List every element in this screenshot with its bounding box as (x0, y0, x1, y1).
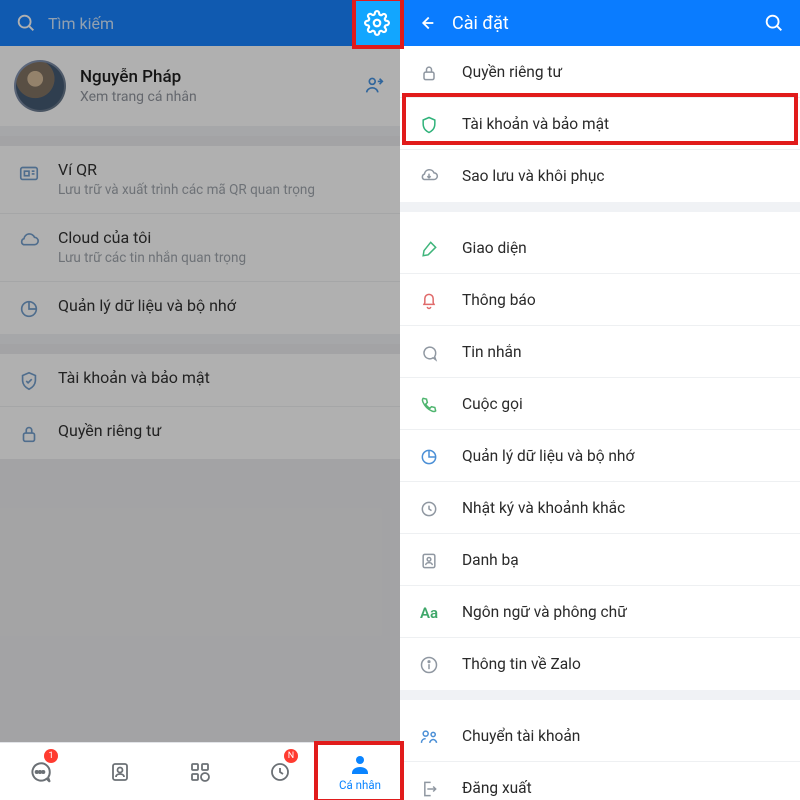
settings-logout[interactable]: Đăng xuất (400, 762, 800, 800)
row-title: Tin nhắn (462, 343, 786, 361)
brush-icon (414, 237, 444, 259)
right-header: Cài đặt (400, 0, 800, 46)
settings-data[interactable]: Quản lý dữ liệu và bộ nhớ (400, 430, 800, 482)
row-title: Danh bạ (462, 551, 786, 569)
switch-user-icon (414, 725, 444, 747)
info-icon (414, 653, 444, 675)
settings-backup[interactable]: Sao lưu và khôi phục (400, 150, 800, 202)
phone-icon (414, 393, 444, 415)
bell-icon (414, 289, 444, 311)
settings-security[interactable]: Tài khoản và bảo mật (400, 98, 800, 150)
settings-ui[interactable]: Giao diện (400, 222, 800, 274)
settings-switch[interactable]: Chuyển tài khoản (400, 710, 800, 762)
row-cloud[interactable]: Cloud của tôi Lưu trữ các tin nhắn quan … (0, 214, 400, 282)
logout-icon (414, 777, 444, 799)
clock-icon (414, 497, 444, 519)
profile-sub: Xem trang cá nhân (80, 89, 364, 105)
row-title: Thông báo (462, 291, 786, 309)
settings-notif[interactable]: Thông báo (400, 274, 800, 326)
piechart-icon (414, 445, 444, 467)
settings-lang[interactable]: Aa Ngôn ngữ và phông chữ (400, 586, 800, 638)
swap-user-icon[interactable] (364, 75, 386, 97)
settings-contacts[interactable]: Danh bạ (400, 534, 800, 586)
settings-screen: Cài đặt Quyền riêng tư Tài khoản và bảo … (400, 0, 800, 800)
row-title: Quản lý dữ liệu và bộ nhớ (58, 296, 386, 315)
profile-screen: Tìm kiếm Nguyễn Pháp Xem trang cá nhân V… (0, 0, 400, 800)
row-title: Cloud của tôi (58, 228, 386, 247)
row-title: Tài khoản và bảo mật (58, 368, 386, 387)
row-data[interactable]: Quản lý dữ liệu và bộ nhớ (0, 282, 400, 334)
nav-discover[interactable] (160, 743, 240, 800)
row-title: Cuộc gọi (462, 395, 786, 413)
row-title: Nhật ký và khoảnh khắc (462, 499, 786, 517)
badge: 1 (44, 749, 58, 763)
row-title: Sao lưu và khôi phục (462, 167, 786, 185)
nav-label: Cá nhân (339, 778, 381, 792)
row-title: Đăng xuất (462, 779, 786, 797)
row-privacy[interactable]: Quyền riêng tư (0, 407, 400, 459)
row-title: Giao diện (462, 239, 786, 257)
row-sub: Lưu trữ và xuất trình các mã QR quan trọ… (58, 181, 386, 199)
row-title: Ví QR (58, 160, 386, 179)
row-sub: Lưu trữ các tin nhắn quan trọng (58, 249, 386, 267)
avatar (14, 60, 66, 112)
row-title: Quản lý dữ liệu và bộ nhớ (462, 447, 786, 465)
row-title: Tài khoản và bảo mật (462, 115, 786, 133)
settings-diary[interactable]: Nhật ký và khoảnh khắc (400, 482, 800, 534)
profile-name: Nguyễn Pháp (80, 67, 364, 87)
nav-messages[interactable]: 1 (0, 743, 80, 800)
row-title: Quyền riêng tư (58, 421, 386, 440)
back-icon[interactable] (412, 9, 440, 37)
row-title: Quyền riêng tư (462, 63, 786, 81)
left-header: Tìm kiếm (0, 0, 400, 46)
row-qr[interactable]: Ví QR Lưu trữ và xuất trình các mã QR qu… (0, 146, 400, 214)
settings-about[interactable]: Thông tin về Zalo (400, 638, 800, 690)
shield-icon (14, 368, 44, 392)
bottom-nav: 1 N Cá nhân (0, 742, 400, 800)
nav-contacts[interactable] (80, 743, 160, 800)
search-icon[interactable] (760, 9, 788, 37)
settings-button[interactable] (352, 0, 402, 48)
row-security[interactable]: Tài khoản và bảo mật (0, 354, 400, 407)
row-title: Thông tin về Zalo (462, 655, 786, 673)
cloud-sync-icon (414, 165, 444, 187)
search-input[interactable]: Tìm kiếm (40, 14, 388, 33)
page-title: Cài đặt (440, 13, 760, 34)
nav-timeline[interactable]: N (240, 743, 320, 800)
chat-icon (414, 341, 444, 363)
settings-privacy[interactable]: Quyền riêng tư (400, 46, 800, 98)
piechart-icon (14, 296, 44, 320)
qr-icon (14, 160, 44, 184)
font-icon: Aa (414, 602, 444, 622)
search-icon[interactable] (12, 9, 40, 37)
cloud-icon (14, 228, 44, 252)
settings-msg[interactable]: Tin nhắn (400, 326, 800, 378)
row-title: Chuyển tài khoản (462, 727, 786, 745)
nav-personal[interactable]: Cá nhân (320, 743, 400, 800)
settings-call[interactable]: Cuộc gọi (400, 378, 800, 430)
lock-icon (14, 421, 44, 445)
lock-icon (414, 61, 444, 83)
contacts-icon (414, 549, 444, 571)
shield-outline-icon (414, 113, 444, 135)
badge: N (284, 749, 298, 763)
row-title: Ngôn ngữ và phông chữ (462, 603, 786, 621)
profile-row[interactable]: Nguyễn Pháp Xem trang cá nhân (0, 46, 400, 126)
